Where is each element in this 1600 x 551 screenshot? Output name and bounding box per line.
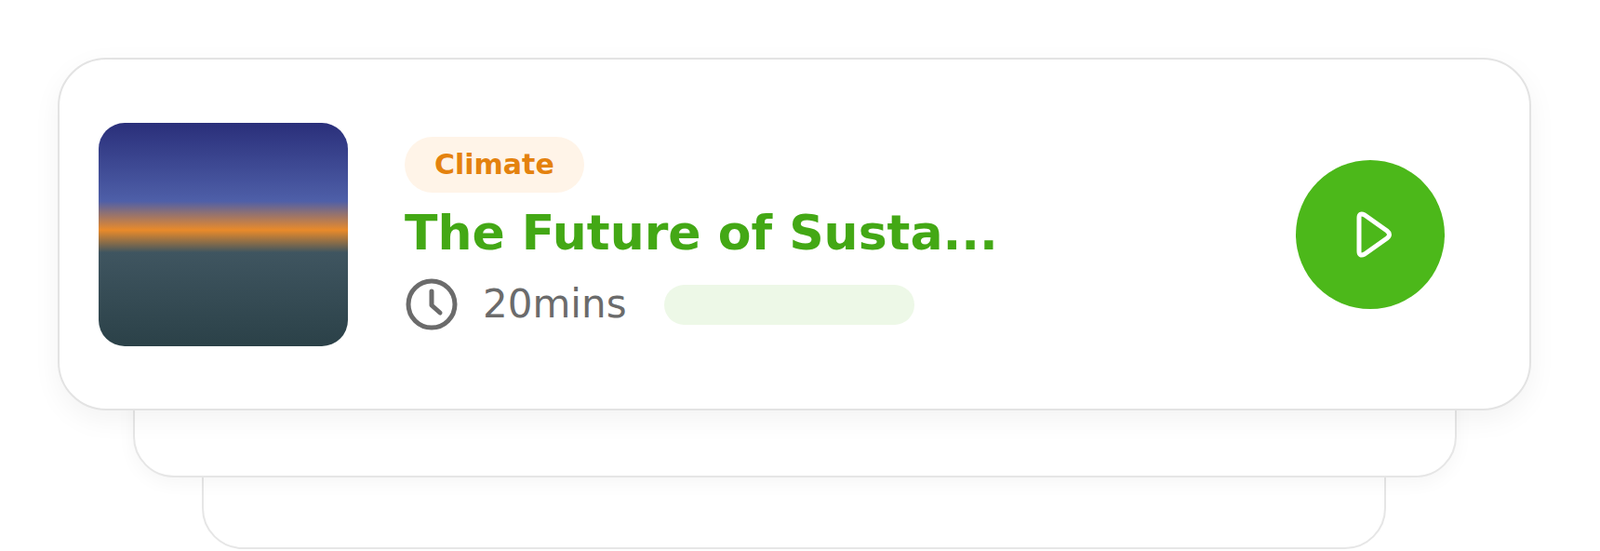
episode-info: Climate The Future of Susta... 20mins (404, 136, 1296, 333)
episode-meta: 20mins (404, 277, 915, 332)
duration: 20mins (482, 280, 627, 328)
episode-stack: Climate The Future of Susta... 20mins (57, 57, 1532, 411)
clock-icon (404, 277, 459, 332)
play-icon (1340, 204, 1400, 265)
episode-title: The Future of Susta... (404, 201, 999, 266)
page: Climate The Future of Susta... 20mins (0, 0, 1600, 551)
episode-thumbnail (98, 122, 348, 347)
category-tag: Climate (404, 136, 585, 193)
progress-bar (664, 284, 915, 325)
play-button[interactable] (1295, 160, 1445, 309)
episode-card[interactable]: Climate The Future of Susta... 20mins (57, 57, 1532, 411)
